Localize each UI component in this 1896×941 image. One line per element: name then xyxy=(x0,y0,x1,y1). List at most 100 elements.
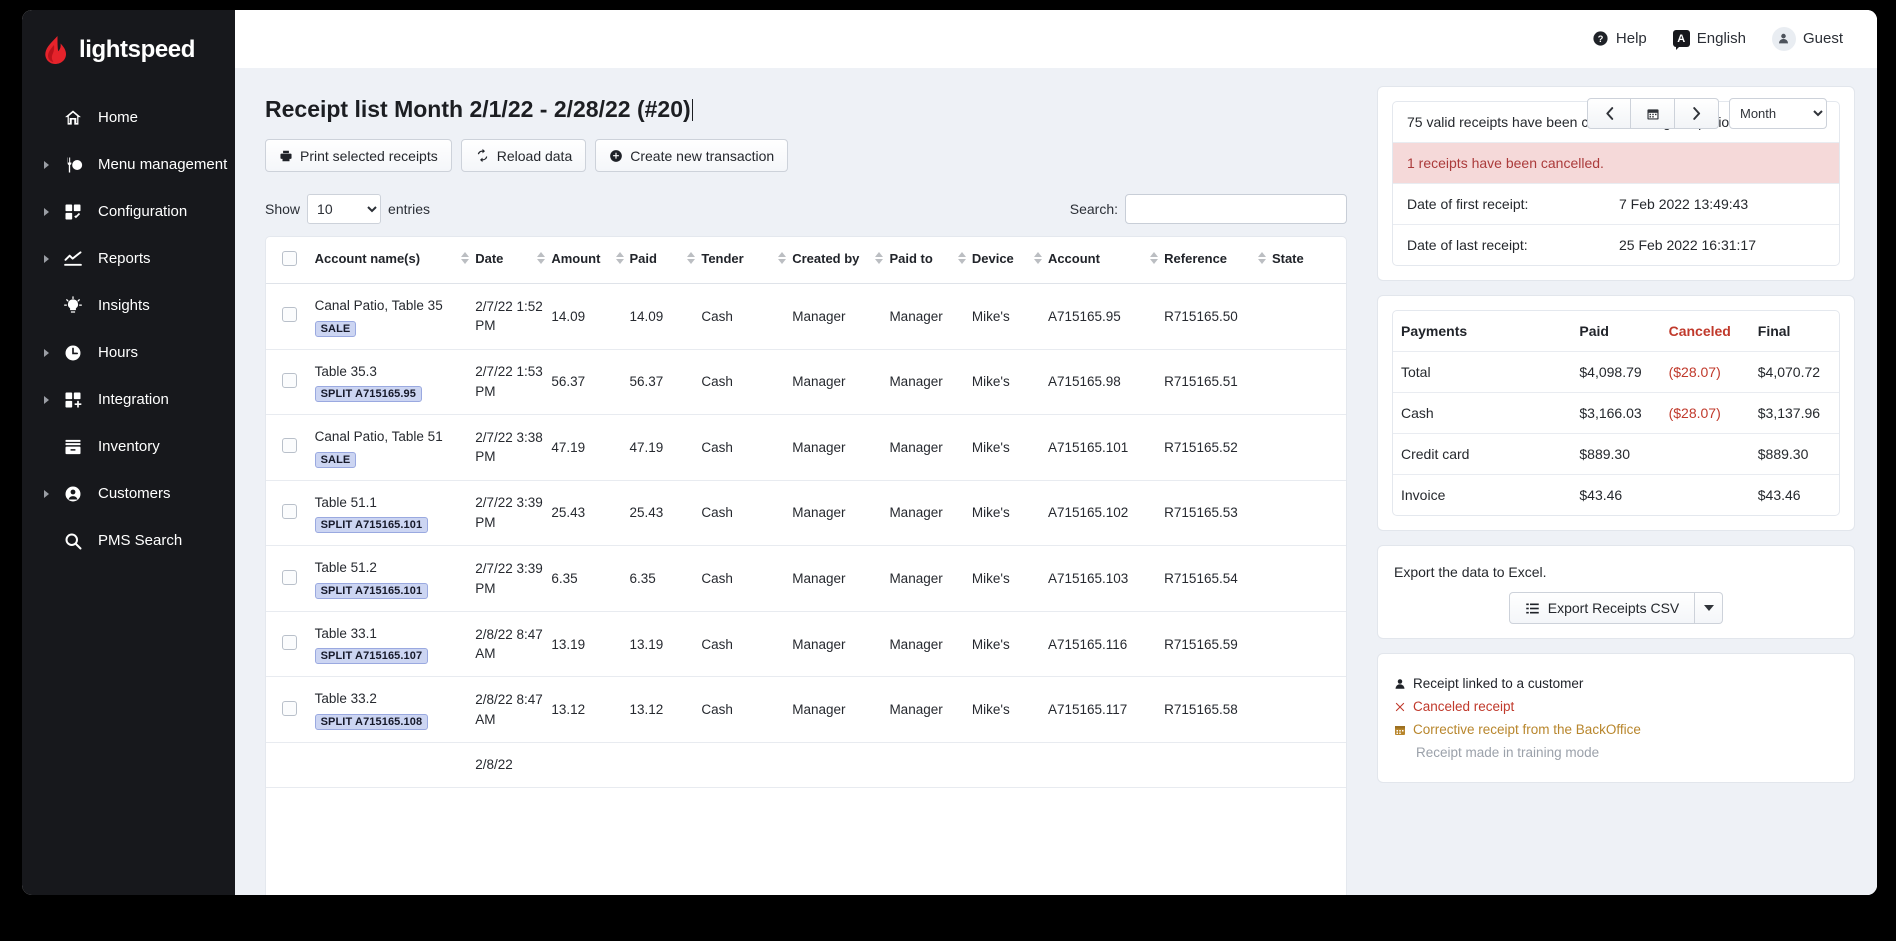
sort-icon[interactable] xyxy=(1033,252,1042,264)
payments-row-final: $889.30 xyxy=(1749,433,1839,475)
sort-icon[interactable] xyxy=(537,252,546,264)
column-header-paid[interactable]: Paid xyxy=(629,237,702,284)
cell-tender: Cash xyxy=(701,414,793,481)
row-checkbox[interactable] xyxy=(282,635,297,651)
column-header-amount[interactable]: Amount xyxy=(551,237,630,284)
title-row: Receipt list Month 2/1/22 - 2/28/22 (#20… xyxy=(257,86,1355,139)
cell-date: 2/7/22 1:52 PM xyxy=(475,283,552,350)
sidebar-item-customers[interactable]: Customers xyxy=(22,470,235,517)
row-checkbox[interactable] xyxy=(282,569,297,585)
column-header-tender[interactable]: Tender xyxy=(701,237,793,284)
legend-item-canceled: Canceled receipt xyxy=(1394,699,1838,714)
cell-account-name: Table 51.2 SPLIT A715165.101 xyxy=(314,545,476,612)
period-select[interactable]: DayWeekMonthYear xyxy=(1729,98,1827,129)
column-header-account-name-s[interactable]: Account name(s) xyxy=(314,237,476,284)
row-checkbox[interactable] xyxy=(282,700,297,716)
print-selected-receipts-button[interactable]: Print selected receipts xyxy=(265,139,452,172)
sidebar-item-configuration[interactable]: Configuration xyxy=(22,188,235,235)
cell-created-by: Manager xyxy=(792,283,890,350)
table-row[interactable]: Canal Patio, Table 35 SALE 2/7/22 1:52 PM 1… xyxy=(266,283,1346,350)
user-menu[interactable]: Guest xyxy=(1771,26,1843,51)
receipt-type-tag: SPLIT A715165.95 xyxy=(314,386,422,403)
cell-device xyxy=(971,742,1048,788)
help-button[interactable]: ? Help xyxy=(1592,30,1647,47)
sidebar-item-menu-management[interactable]: Menu management xyxy=(22,141,235,188)
row-checkbox[interactable] xyxy=(282,307,297,323)
table-row[interactable]: Table 51.2 SPLIT A715165.101 2/7/22 3:39 P… xyxy=(266,545,1346,612)
sidebar-item-pms-search[interactable]: PMS Search xyxy=(22,517,235,564)
calendar-picker-button[interactable] xyxy=(1631,98,1675,129)
table-row[interactable]: Table 51.1 SPLIT A715165.101 2/7/22 3:39 P… xyxy=(266,480,1346,547)
entries-per-page-select[interactable]: 102550100 xyxy=(307,194,382,224)
sidebar-item-label: Integration xyxy=(98,391,169,408)
brand-logo[interactable]: lightspeed xyxy=(22,24,235,74)
column-header-account[interactable]: Account xyxy=(1047,237,1165,284)
sort-icon[interactable] xyxy=(1150,252,1159,264)
user-circle-icon xyxy=(62,483,84,505)
select-all-checkbox[interactable] xyxy=(282,251,297,266)
cell-state xyxy=(1271,480,1346,547)
column-header-paid-to[interactable]: Paid to xyxy=(889,237,972,284)
chevron-right-icon xyxy=(44,254,49,263)
table-row[interactable]: 2/8/22 xyxy=(266,742,1346,788)
cell-amount: 56.37 xyxy=(551,349,630,416)
sidebar-item-inventory[interactable]: Inventory xyxy=(22,423,235,470)
sort-icon[interactable] xyxy=(957,252,966,264)
row-checkbox[interactable] xyxy=(282,372,297,388)
payments-column-header: Final xyxy=(1749,311,1839,352)
payments-row-paid: $3,166.03 xyxy=(1571,392,1661,434)
sidebar-item-home[interactable]: Home xyxy=(22,94,235,141)
sidebar-item-hours[interactable]: Hours xyxy=(22,329,235,376)
receipt-table: Account name(s) Date Amount Paid Tender Creat… xyxy=(266,237,1346,788)
sidebar-item-reports[interactable]: Reports xyxy=(22,235,235,282)
column-header-label: Paid to xyxy=(889,251,933,266)
cell-paid: 13.12 xyxy=(629,676,702,743)
payments-table-wrap: Payments Paid Canceled Final Total $4,098.79… xyxy=(1392,310,1840,516)
export-receipts-csv-button[interactable]: Export Receipts CSV xyxy=(1508,592,1696,624)
cell-reference: R715165.51 xyxy=(1164,349,1272,416)
column-header-label: Reference xyxy=(1164,251,1228,266)
sidebar-item-label: Reports xyxy=(98,250,151,267)
sort-icon[interactable] xyxy=(778,252,787,264)
sort-icon[interactable] xyxy=(615,252,624,264)
sort-icon[interactable] xyxy=(687,252,696,264)
table-row[interactable]: Table 35.3 SPLIT A715165.95 2/7/22 1:53 PM… xyxy=(266,349,1346,416)
row-checkbox[interactable] xyxy=(282,503,297,519)
column-header-device[interactable]: Device xyxy=(971,237,1048,284)
cell-tender: Cash xyxy=(701,676,793,743)
column-header-state[interactable]: State xyxy=(1271,237,1346,284)
show-entries-control: Show 102550100 entries xyxy=(265,194,430,224)
previous-period-button[interactable] xyxy=(1587,98,1631,129)
cell-account: A715165.116 xyxy=(1047,611,1165,678)
chevron-right-icon xyxy=(44,160,49,169)
cell-state xyxy=(1271,414,1346,481)
search-input[interactable] xyxy=(1125,194,1347,224)
sort-icon[interactable] xyxy=(1257,252,1266,264)
column-header-created-by[interactable]: Created by xyxy=(792,237,890,284)
receipt-type-tag: SPLIT A715165.107 xyxy=(314,648,429,665)
cell-account-name: Canal Patio, Table 35 SALE xyxy=(314,283,476,350)
sidebar-item-label: Insights xyxy=(98,297,150,314)
cell-state xyxy=(1271,742,1346,788)
column-header-date[interactable]: Date xyxy=(475,237,552,284)
app-window: lightspeed Home Menu management Configur… xyxy=(22,10,1877,895)
column-header-reference[interactable]: Reference xyxy=(1164,237,1272,284)
next-period-button[interactable] xyxy=(1675,98,1719,129)
sort-icon[interactable] xyxy=(461,252,470,264)
language-selector[interactable]: A English xyxy=(1672,30,1746,50)
sidebar-item-integration[interactable]: Integration xyxy=(22,376,235,423)
create-new-transaction-button[interactable]: Create new transaction xyxy=(595,139,789,172)
cell-date: 2/8/22 xyxy=(475,742,552,788)
reload-data-button[interactable]: Reload data xyxy=(460,139,587,172)
x-mark-icon xyxy=(1395,702,1405,711)
sort-icon[interactable] xyxy=(875,252,884,264)
table-row[interactable]: Canal Patio, Table 51 SALE 2/7/22 3:38 PM 4… xyxy=(266,414,1346,481)
cell-paid-to: Manager xyxy=(889,283,972,350)
export-dropdown-toggle[interactable] xyxy=(1695,592,1724,624)
row-select-cell xyxy=(266,545,315,612)
cell-device: Mike's xyxy=(971,349,1048,416)
sidebar-item-insights[interactable]: Insights xyxy=(22,282,235,329)
table-row[interactable]: Table 33.1 SPLIT A715165.107 2/8/22 8:47 A… xyxy=(266,611,1346,678)
row-checkbox[interactable] xyxy=(282,438,297,454)
table-row[interactable]: Table 33.2 SPLIT A715165.108 2/8/22 8:47 A… xyxy=(266,676,1346,743)
